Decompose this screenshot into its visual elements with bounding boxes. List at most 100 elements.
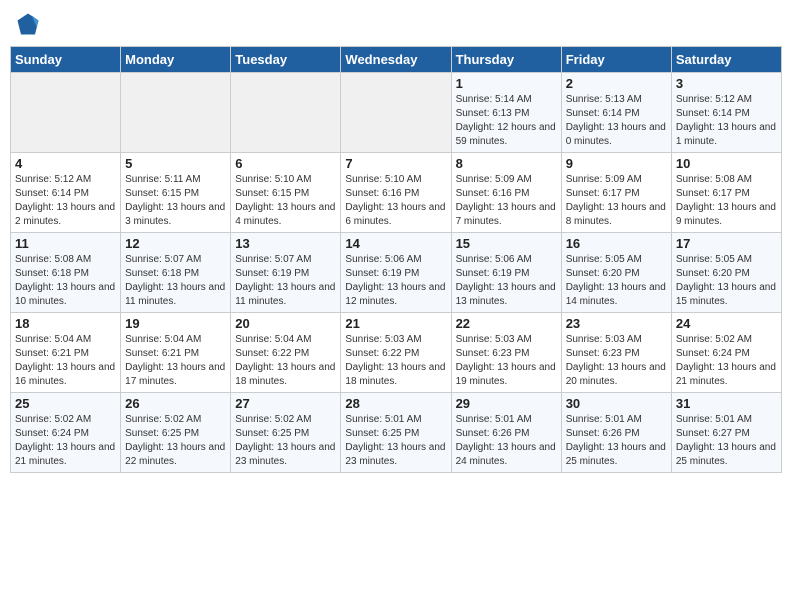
day-cell: 30Sunrise: 5:01 AM Sunset: 6:26 PM Dayli…: [561, 393, 671, 473]
day-number: 13: [235, 236, 336, 251]
day-cell: 13 Sunrise: 5:07 AM Sunset: 6:19 PM Dayli…: [231, 233, 341, 313]
day-number: 19: [125, 316, 226, 331]
week-row-2: 4 Sunrise: 5:12 AM Sunset: 6:14 PM Daylig…: [11, 153, 782, 233]
day-cell: [231, 73, 341, 153]
col-header-saturday: Saturday: [671, 47, 781, 73]
day-cell: 15 Sunrise: 5:06 AM Sunset: 6:19 PM Dayli…: [451, 233, 561, 313]
day-info: Sunrise: 5:02 AM Sunset: 6:24 PM Dayligh…: [676, 333, 777, 389]
day-cell: 2Sunrise: 5:13 AM Sunset: 6:14 PM Daylig…: [561, 73, 671, 153]
day-number: 16: [566, 236, 667, 251]
day-info: Sunrise: 5:03 AM Sunset: 6:23 PM Dayligh…: [456, 333, 557, 389]
day-cell: [341, 73, 451, 153]
day-info: Sunrise: 5:04 AM Sunset: 6:21 PM Dayligh…: [15, 333, 116, 389]
day-number: 4: [15, 156, 116, 171]
day-cell: 12 Sunrise: 5:07 AM Sunset: 6:18 PM Dayli…: [121, 233, 231, 313]
col-header-monday: Monday: [121, 47, 231, 73]
day-info: Sunrise: 5:12 AM Sunset: 6:14 PM Dayligh…: [676, 93, 777, 149]
day-info: Sunrise: 5:10 AM Sunset: 6:15 PM Dayligh…: [235, 173, 336, 229]
day-number: 20: [235, 316, 336, 331]
day-cell: 1 Sunrise: 5:14 AM Sunset: 6:13 PM Daylig…: [451, 73, 561, 153]
week-row-3: 11 Sunrise: 5:08 AM Sunset: 6:18 PM Dayli…: [11, 233, 782, 313]
col-header-friday: Friday: [561, 47, 671, 73]
day-info: Sunrise: 5:11 AM Sunset: 6:15 PM Dayligh…: [125, 173, 226, 229]
col-header-wednesday: Wednesday: [341, 47, 451, 73]
day-number: 3: [676, 76, 777, 91]
day-info: Sunrise: 5:02 AM Sunset: 6:25 PM Dayligh…: [235, 413, 336, 469]
day-info: Sunrise: 5:01 AM Sunset: 6:27 PM Dayligh…: [676, 413, 777, 469]
day-info: Sunrise: 5:06 AM Sunset: 6:19 PM Dayligh…: [345, 253, 446, 309]
day-number: 7: [345, 156, 446, 171]
calendar-header-row: SundayMondayTuesdayWednesdayThursdayFrid…: [11, 47, 782, 73]
day-info: Sunrise: 5:12 AM Sunset: 6:14 PM Dayligh…: [15, 173, 116, 229]
day-number: 1: [456, 76, 557, 91]
day-info: Sunrise: 5:04 AM Sunset: 6:21 PM Dayligh…: [125, 333, 226, 389]
day-info: Sunrise: 5:07 AM Sunset: 6:19 PM Dayligh…: [235, 253, 336, 309]
day-cell: 8Sunrise: 5:09 AM Sunset: 6:16 PM Daylig…: [451, 153, 561, 233]
day-cell: 9 Sunrise: 5:09 AM Sunset: 6:17 PM Daylig…: [561, 153, 671, 233]
day-cell: 11 Sunrise: 5:08 AM Sunset: 6:18 PM Dayli…: [11, 233, 121, 313]
day-cell: 17 Sunrise: 5:05 AM Sunset: 6:20 PM Dayli…: [671, 233, 781, 313]
day-cell: 7 Sunrise: 5:10 AM Sunset: 6:16 PM Daylig…: [341, 153, 451, 233]
page-header: [10, 10, 782, 38]
day-info: Sunrise: 5:14 AM Sunset: 6:13 PM Dayligh…: [456, 93, 557, 149]
calendar-table: SundayMondayTuesdayWednesdayThursdayFrid…: [10, 46, 782, 473]
day-number: 5: [125, 156, 226, 171]
day-cell: 3 Sunrise: 5:12 AM Sunset: 6:14 PM Daylig…: [671, 73, 781, 153]
day-number: 6: [235, 156, 336, 171]
day-info: Sunrise: 5:13 AM Sunset: 6:14 PM Dayligh…: [566, 93, 667, 149]
day-number: 26: [125, 396, 226, 411]
day-info: Sunrise: 5:02 AM Sunset: 6:24 PM Dayligh…: [15, 413, 116, 469]
day-number: 23: [566, 316, 667, 331]
day-number: 28: [345, 396, 446, 411]
day-info: Sunrise: 5:05 AM Sunset: 6:20 PM Dayligh…: [566, 253, 667, 309]
day-cell: [121, 73, 231, 153]
day-cell: 31 Sunrise: 5:01 AM Sunset: 6:27 PM Dayli…: [671, 393, 781, 473]
day-info: Sunrise: 5:06 AM Sunset: 6:19 PM Dayligh…: [456, 253, 557, 309]
day-cell: 6 Sunrise: 5:10 AM Sunset: 6:15 PM Daylig…: [231, 153, 341, 233]
day-cell: 29Sunrise: 5:01 AM Sunset: 6:26 PM Dayli…: [451, 393, 561, 473]
day-cell: 21 Sunrise: 5:03 AM Sunset: 6:22 PM Dayli…: [341, 313, 451, 393]
day-info: Sunrise: 5:10 AM Sunset: 6:16 PM Dayligh…: [345, 173, 446, 229]
day-number: 31: [676, 396, 777, 411]
day-cell: 27 Sunrise: 5:02 AM Sunset: 6:25 PM Dayli…: [231, 393, 341, 473]
week-row-5: 25 Sunrise: 5:02 AM Sunset: 6:24 PM Dayli…: [11, 393, 782, 473]
day-info: Sunrise: 5:08 AM Sunset: 6:17 PM Dayligh…: [676, 173, 777, 229]
day-number: 21: [345, 316, 446, 331]
col-header-tuesday: Tuesday: [231, 47, 341, 73]
day-number: 9: [566, 156, 667, 171]
day-number: 25: [15, 396, 116, 411]
day-number: 15: [456, 236, 557, 251]
day-number: 29: [456, 396, 557, 411]
day-cell: 22 Sunrise: 5:03 AM Sunset: 6:23 PM Dayli…: [451, 313, 561, 393]
day-info: Sunrise: 5:03 AM Sunset: 6:23 PM Dayligh…: [566, 333, 667, 389]
day-number: 11: [15, 236, 116, 251]
logo-icon: [14, 10, 42, 38]
day-number: 27: [235, 396, 336, 411]
day-number: 17: [676, 236, 777, 251]
day-cell: 24 Sunrise: 5:02 AM Sunset: 6:24 PM Dayli…: [671, 313, 781, 393]
day-info: Sunrise: 5:04 AM Sunset: 6:22 PM Dayligh…: [235, 333, 336, 389]
day-cell: 16 Sunrise: 5:05 AM Sunset: 6:20 PM Dayli…: [561, 233, 671, 313]
day-cell: 25 Sunrise: 5:02 AM Sunset: 6:24 PM Dayli…: [11, 393, 121, 473]
day-info: Sunrise: 5:05 AM Sunset: 6:20 PM Dayligh…: [676, 253, 777, 309]
day-info: Sunrise: 5:08 AM Sunset: 6:18 PM Dayligh…: [15, 253, 116, 309]
day-info: Sunrise: 5:02 AM Sunset: 6:25 PM Dayligh…: [125, 413, 226, 469]
week-row-4: 18Sunrise: 5:04 AM Sunset: 6:21 PM Dayli…: [11, 313, 782, 393]
day-cell: 26 Sunrise: 5:02 AM Sunset: 6:25 PM Dayli…: [121, 393, 231, 473]
day-cell: 20 Sunrise: 5:04 AM Sunset: 6:22 PM Dayli…: [231, 313, 341, 393]
day-cell: 5 Sunrise: 5:11 AM Sunset: 6:15 PM Daylig…: [121, 153, 231, 233]
day-info: Sunrise: 5:07 AM Sunset: 6:18 PM Dayligh…: [125, 253, 226, 309]
day-number: 24: [676, 316, 777, 331]
day-cell: 23 Sunrise: 5:03 AM Sunset: 6:23 PM Dayli…: [561, 313, 671, 393]
day-info: Sunrise: 5:03 AM Sunset: 6:22 PM Dayligh…: [345, 333, 446, 389]
col-header-sunday: Sunday: [11, 47, 121, 73]
day-cell: 10Sunrise: 5:08 AM Sunset: 6:17 PM Dayli…: [671, 153, 781, 233]
day-number: 22: [456, 316, 557, 331]
day-info: Sunrise: 5:09 AM Sunset: 6:17 PM Dayligh…: [566, 173, 667, 229]
day-number: 30: [566, 396, 667, 411]
day-cell: 18Sunrise: 5:04 AM Sunset: 6:21 PM Dayli…: [11, 313, 121, 393]
col-header-thursday: Thursday: [451, 47, 561, 73]
day-number: 12: [125, 236, 226, 251]
day-cell: 19 Sunrise: 5:04 AM Sunset: 6:21 PM Dayli…: [121, 313, 231, 393]
week-row-1: 1 Sunrise: 5:14 AM Sunset: 6:13 PM Daylig…: [11, 73, 782, 153]
